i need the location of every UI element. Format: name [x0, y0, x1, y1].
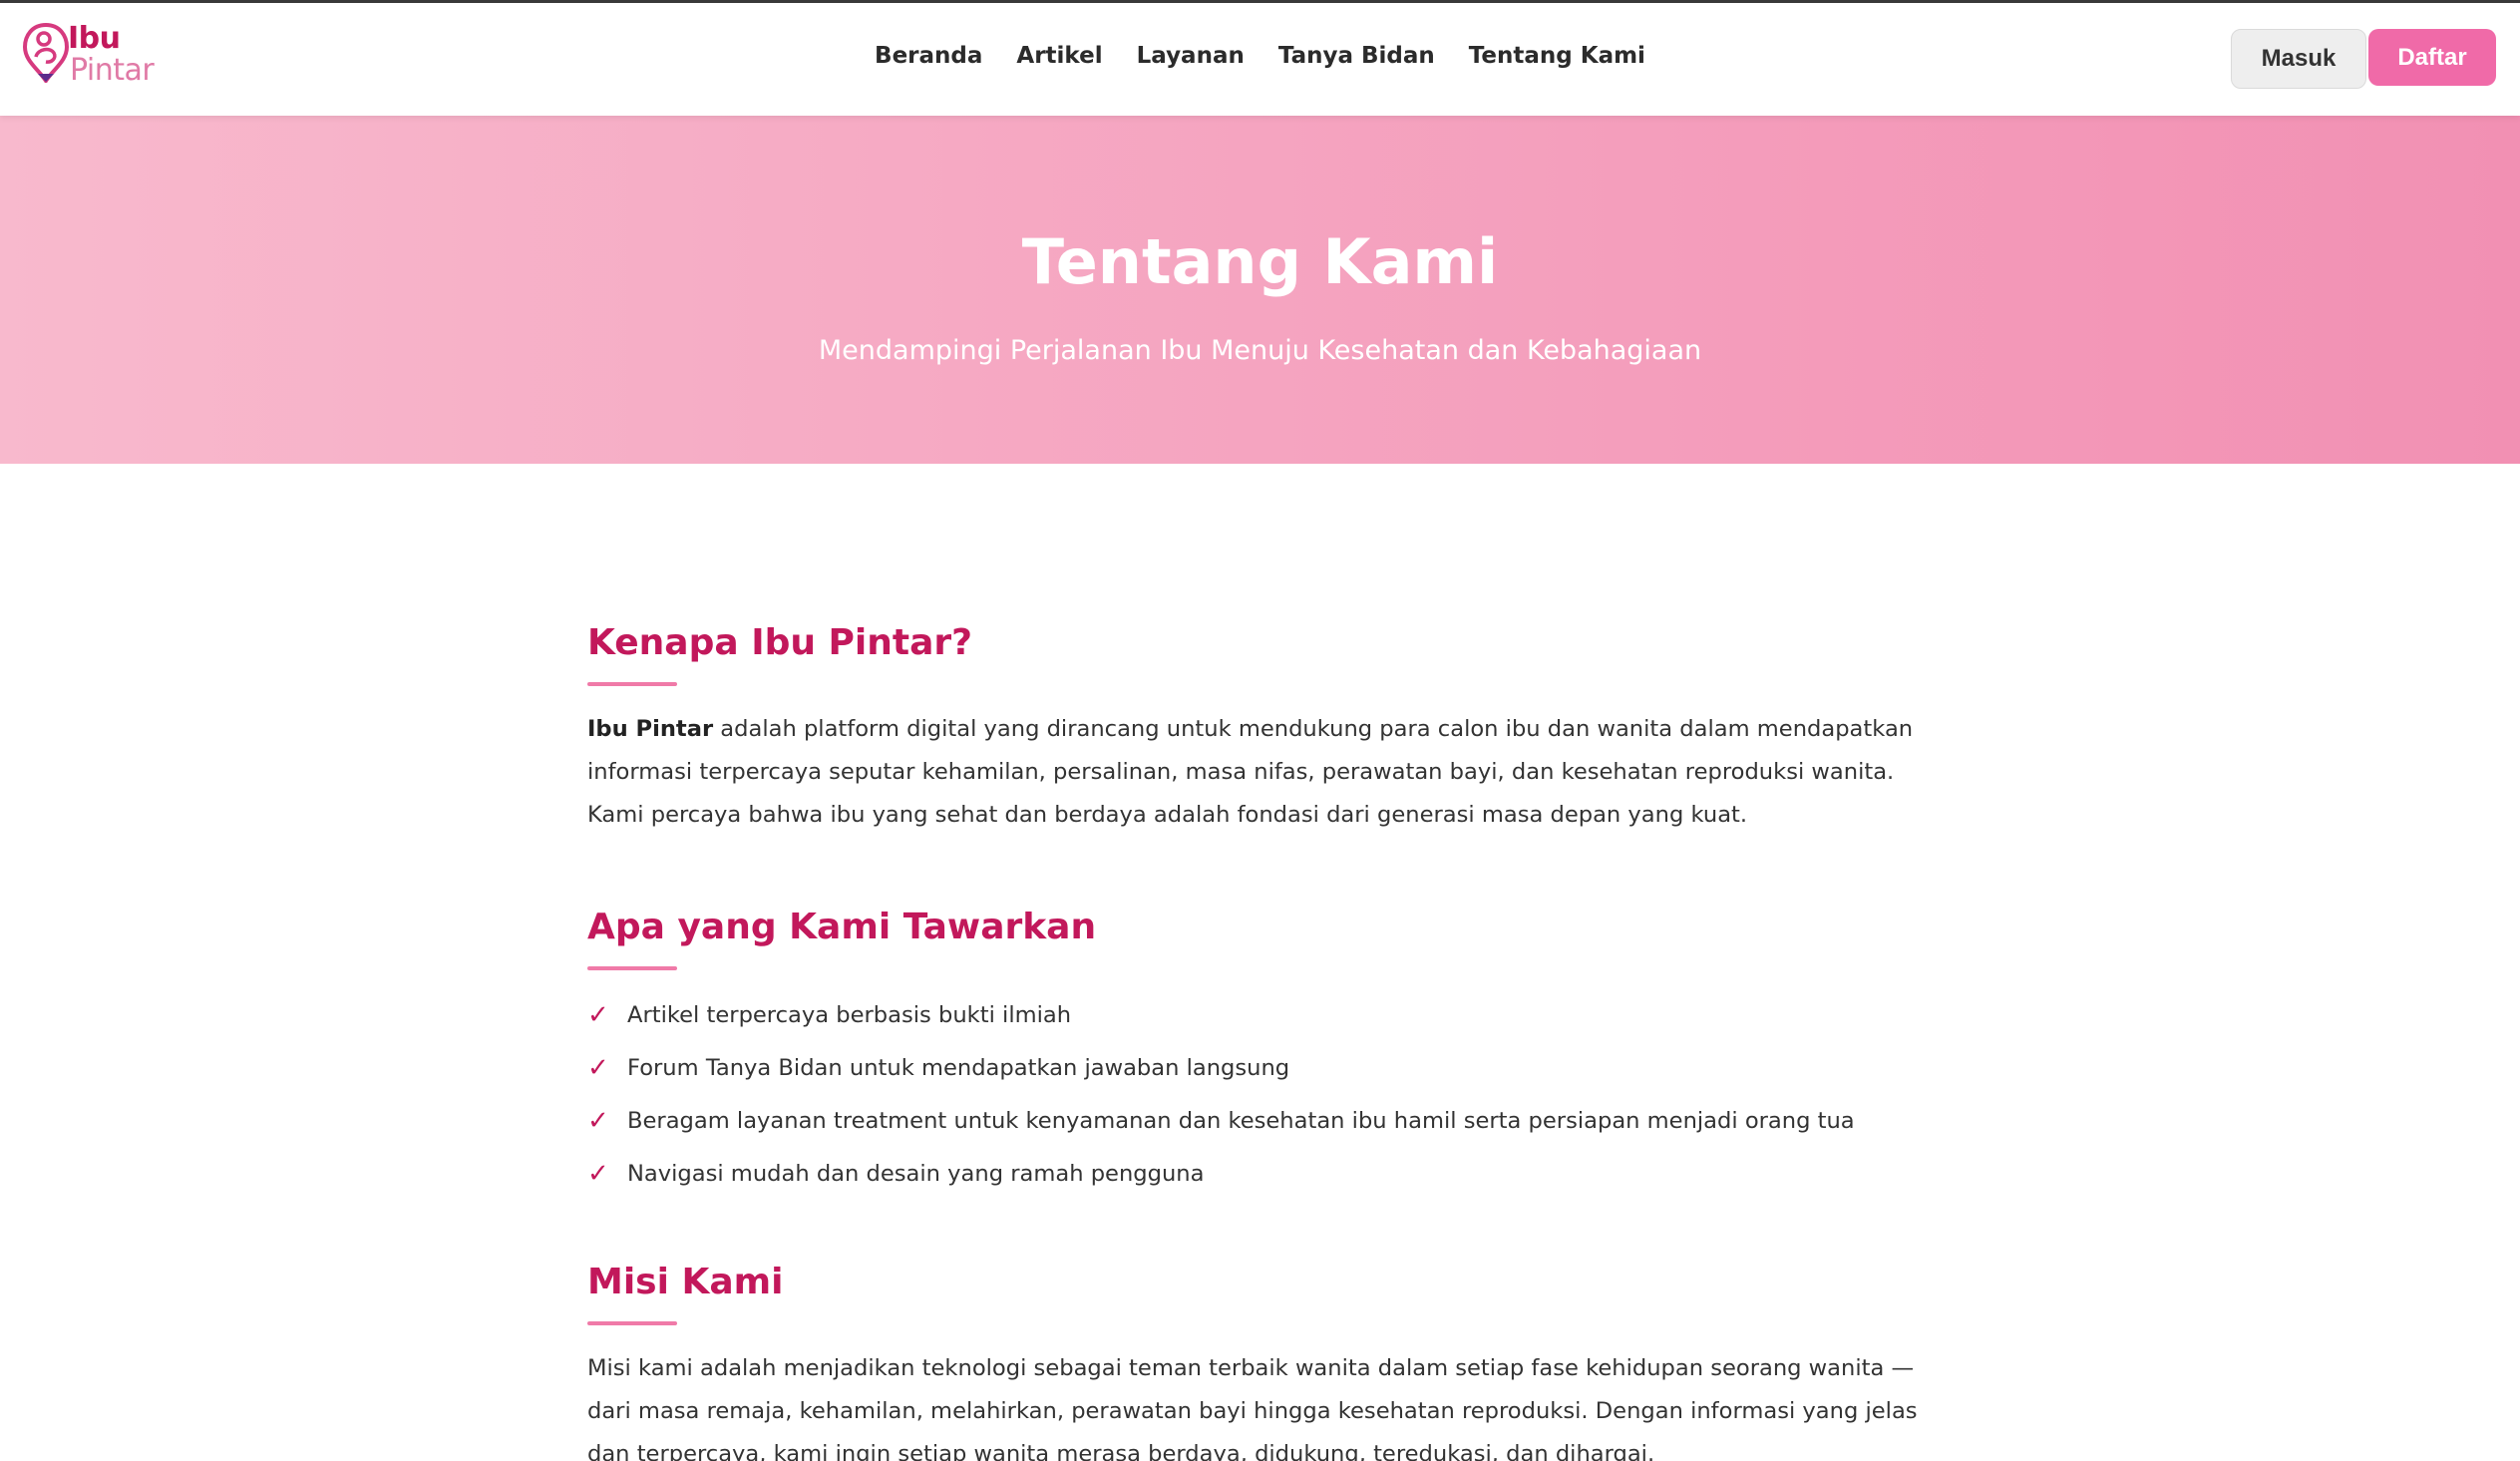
check-icon: ✓ [587, 1052, 609, 1083]
register-button[interactable]: Daftar [2368, 29, 2496, 86]
mission-paragraph: Misi kami adalah menjadikan teknologi se… [587, 1355, 1918, 1461]
section-offer: Apa yang Kami Tawarkan ✓ Artikel terperca… [587, 903, 1944, 1200]
page-title: Tentang Kami [1021, 225, 1499, 298]
title-underline [587, 966, 677, 970]
nav-link-tentang-kami[interactable]: Tentang Kami [1469, 43, 1645, 69]
about-content: Kenapa Ibu Pintar? Ibu Pintar adalah pla… [587, 618, 1944, 1461]
offer-item-text: Forum Tanya Bidan untuk mendapatkan jawa… [627, 1054, 1290, 1081]
check-icon: ✓ [587, 1158, 609, 1189]
section-title-mission: Misi Kami [587, 1262, 784, 1302]
navbar: Ibu Pintar Beranda Artikel Layanan Tanya… [0, 3, 2520, 116]
section-title-offer: Apa yang Kami Tawarkan [587, 907, 1097, 947]
title-underline [587, 682, 677, 686]
section-mission: Misi Kami Misi kami adalah menjadikan te… [587, 1258, 1944, 1461]
nav-link-artikel[interactable]: Artikel [1016, 43, 1102, 69]
brand-name-bold: Ibu Pintar [587, 716, 714, 742]
section-why: Kenapa Ibu Pintar? Ibu Pintar adalah pla… [587, 618, 1944, 837]
list-item: ✓ Forum Tanya Bidan untuk mendapatkan jaw… [587, 1041, 1944, 1094]
title-underline [587, 1321, 677, 1325]
page-subtitle: Mendampingi Perjalanan Ibu Menuju Keseha… [818, 335, 1702, 366]
list-item: ✓ Navigasi mudah dan desain yang ramah pe… [587, 1147, 1944, 1200]
nav-link-beranda[interactable]: Beranda [875, 43, 982, 69]
why-text: adalah platform digital yang dirancang u… [587, 716, 1914, 828]
nav-link-tanya-bidan[interactable]: Tanya Bidan [1278, 43, 1435, 69]
login-button[interactable]: Masuk [2231, 29, 2366, 89]
check-icon: ✓ [587, 999, 609, 1030]
list-item: ✓ Beragam layanan treatment untuk kenyama… [587, 1094, 1944, 1147]
section-title-why: Kenapa Ibu Pintar? [587, 622, 973, 663]
offer-item-text: Artikel terpercaya berbasis bukti ilmiah [627, 1001, 1072, 1028]
list-item: ✓ Artikel terpercaya berbasis bukti ilmia… [587, 988, 1944, 1041]
main-nav: Beranda Artikel Layanan Tanya Bidan Tent… [0, 43, 2520, 69]
offer-list: ✓ Artikel terpercaya berbasis bukti ilmia… [587, 988, 1944, 1200]
check-icon: ✓ [587, 1105, 609, 1136]
hero-banner: Tentang Kami Mendampingi Perjalanan Ibu … [0, 116, 2520, 464]
nav-link-layanan[interactable]: Layanan [1137, 43, 1245, 69]
offer-item-text: Navigasi mudah dan desain yang ramah pen… [627, 1160, 1205, 1187]
offer-item-text: Beragam layanan treatment untuk kenyaman… [627, 1107, 1855, 1134]
why-paragraph: Ibu Pintar adalah platform digital yang … [587, 708, 1944, 837]
